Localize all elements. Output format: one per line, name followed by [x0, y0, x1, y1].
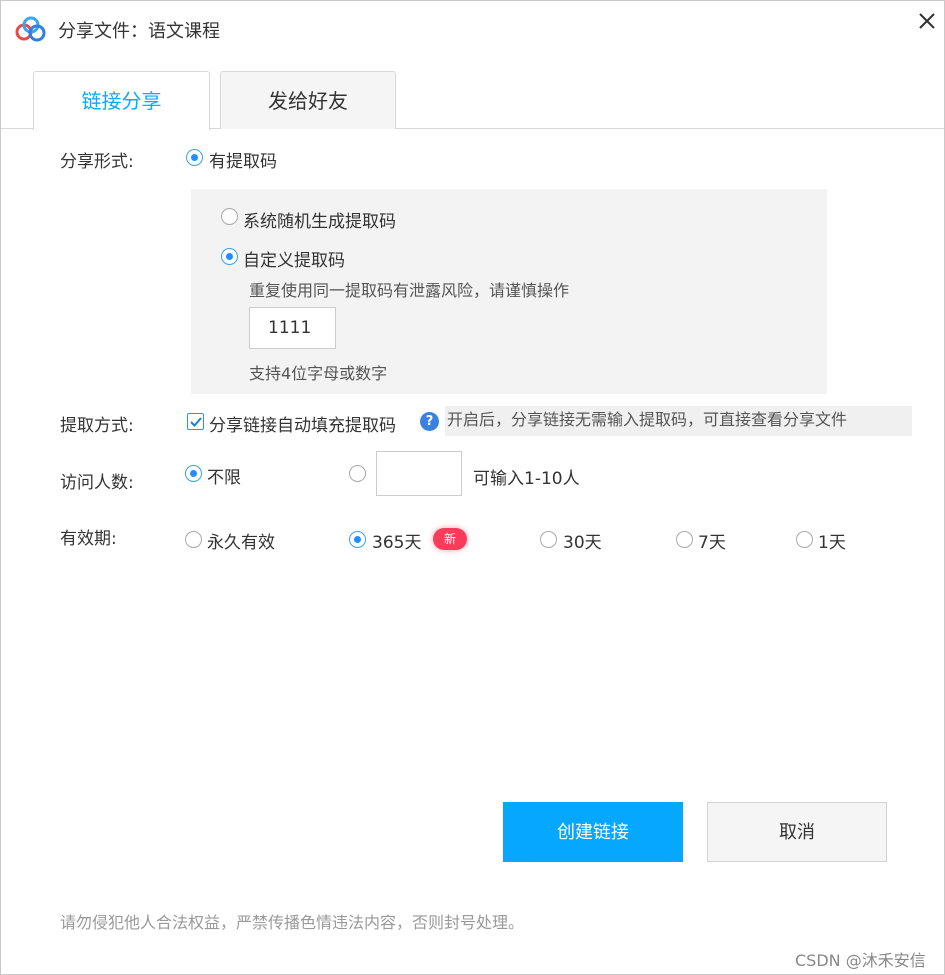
validity-forever-label: 永久有效 [207, 533, 275, 553]
validity-30-label: 30天 [563, 533, 602, 553]
auto-fill-checkbox[interactable] [187, 413, 204, 430]
random-code-label: 系统随机生成提取码 [243, 212, 396, 232]
help-icon[interactable]: ? [420, 412, 439, 431]
extract-method-label: 提取方式: [60, 416, 134, 436]
visitors-range-hint: 可输入1-10人 [473, 469, 580, 489]
validity-7-radio[interactable] [676, 531, 693, 548]
share-dialog: 分享文件：语文课程 链接分享 发给好友 分享形式: 有提取码 系统随机生成提取码… [0, 0, 945, 975]
custom-code-input[interactable] [249, 307, 336, 349]
share-form-radio[interactable] [186, 149, 203, 166]
close-icon[interactable] [913, 7, 941, 35]
visitors-unlimited-label: 不限 [207, 468, 241, 488]
auto-fill-label: 分享链接自动填充提取码 [209, 416, 396, 436]
custom-code-label: 自定义提取码 [243, 251, 345, 271]
validity-7-label: 7天 [698, 533, 726, 553]
cancel-button[interactable]: 取消 [707, 802, 887, 862]
create-link-button[interactable]: 创建链接 [503, 802, 683, 862]
tab-bar: 链接分享 发给好友 [1, 71, 944, 130]
share-form-option: 有提取码 [209, 152, 277, 172]
validity-label: 有效期: [60, 529, 117, 549]
visitors-count-input[interactable] [376, 451, 462, 496]
watermark: CSDN @沐禾安信 [795, 951, 926, 970]
visitors-custom-radio[interactable] [349, 465, 366, 482]
random-code-radio[interactable] [221, 208, 238, 225]
window-title: 分享文件：语文课程 [58, 21, 220, 42]
legal-notice: 请勿侵犯他人合法权益，严禁传播色情违法内容，否则封号处理。 [60, 913, 525, 932]
code-format-hint: 支持4位字母或数字 [249, 364, 388, 383]
title-bar: 分享文件：语文课程 [1, 1, 944, 57]
tab-send-to-friend[interactable]: 发给好友 [220, 71, 396, 129]
share-form-label: 分享形式: [60, 152, 134, 172]
validity-1-label: 1天 [818, 533, 846, 553]
validity-forever-radio[interactable] [185, 531, 202, 548]
baidu-netdisk-logo-icon [15, 16, 46, 42]
auto-fill-tooltip: 开启后，分享链接无需输入提取码，可直接查看分享文件 [445, 406, 912, 436]
tab-link-share[interactable]: 链接分享 [33, 71, 210, 130]
leak-warning: 重复使用同一提取码有泄露风险，请谨慎操作 [249, 281, 570, 300]
visitors-label: 访问人数: [60, 473, 134, 493]
checkmark-icon [190, 417, 202, 427]
new-badge: 新 [433, 528, 467, 550]
validity-30-radio[interactable] [540, 531, 557, 548]
validity-365-label: 365天 [372, 533, 422, 553]
validity-365-radio[interactable] [349, 531, 366, 548]
validity-1-radio[interactable] [796, 531, 813, 548]
custom-code-radio[interactable] [221, 248, 238, 265]
visitors-unlimited-radio[interactable] [185, 465, 202, 482]
